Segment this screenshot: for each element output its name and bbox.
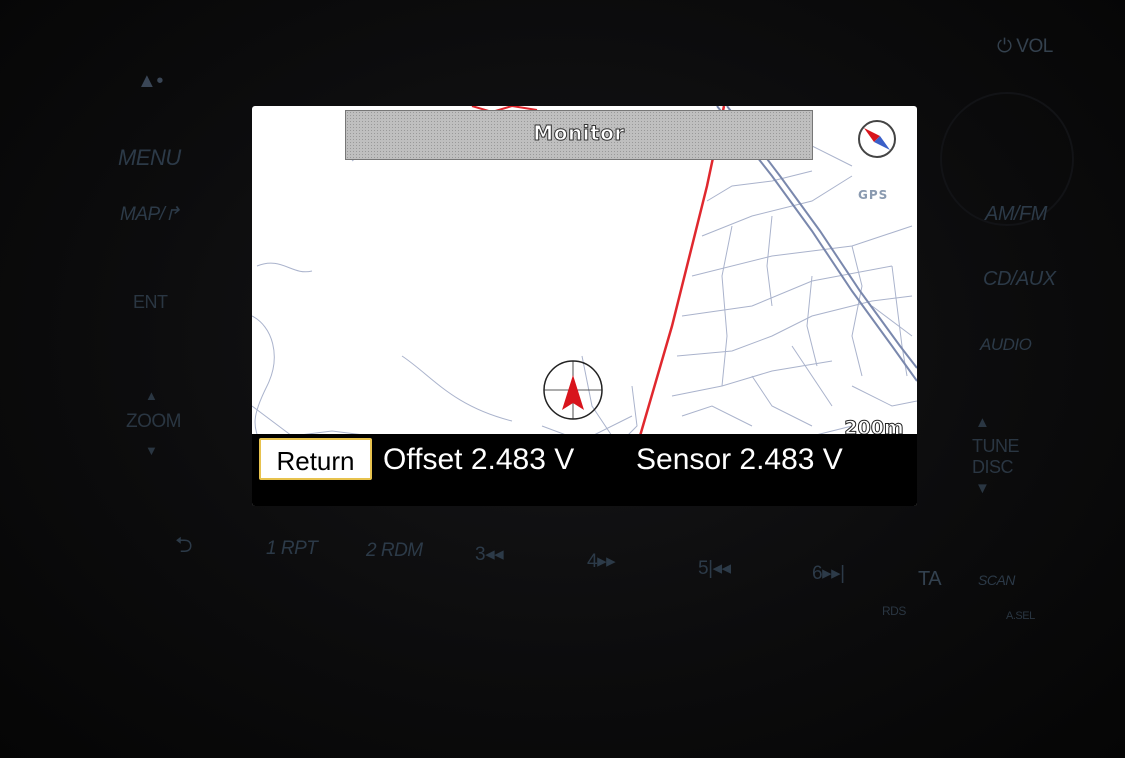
zoom-up-button[interactable]: ▲	[145, 388, 158, 403]
audio-button[interactable]: AUDIO	[980, 335, 1032, 355]
preset-6-button[interactable]: 6▸▸|	[812, 562, 845, 585]
eject-button[interactable]: ▲•	[137, 70, 163, 93]
rds-label: RDS	[882, 604, 906, 618]
tune-down-button[interactable]: ▼	[975, 480, 990, 497]
map-button[interactable]: MAP/↱	[120, 203, 180, 226]
sensor-readout: Sensor 2.483 V	[636, 443, 843, 476]
disc-label: DISC	[972, 457, 1014, 477]
back-button[interactable]: ⮌	[175, 528, 193, 566]
compass-icon[interactable]	[858, 120, 896, 158]
zoom-label: ZOOM	[126, 411, 182, 432]
navigation-screen: Monitor GPS 200m Return Offset 2.483 V S…	[252, 106, 917, 506]
tune-up-button[interactable]: ▲	[975, 414, 990, 431]
preset-2-button[interactable]: 2 RDM	[366, 540, 423, 562]
offset-readout: Offset 2.483 V	[383, 443, 575, 476]
title-bar: Monitor	[345, 110, 813, 160]
vehicle-position-icon	[543, 360, 603, 420]
status-bar: Return Offset 2.483 V Sensor 2.483 V	[252, 434, 917, 506]
menu-button[interactable]: MENU	[118, 145, 181, 171]
preset-4-button[interactable]: 4▸▸	[587, 550, 616, 573]
minor-roads	[252, 115, 917, 447]
preset-1-button[interactable]: 1 RPT	[266, 538, 318, 560]
scan-button[interactable]: SCAN	[978, 572, 1015, 588]
tune-label: TUNE	[972, 436, 1020, 456]
ent-button[interactable]: ENT	[133, 292, 168, 313]
preset-3-button[interactable]: 3◂◂	[475, 543, 504, 566]
am-fm-button[interactable]: AM/FM	[985, 203, 1047, 226]
zoom-down-button[interactable]: ▼	[145, 443, 158, 458]
head-unit-bezel: ▲• MENU MAP/↱ ENT ▲ ZOOM ▼ ⮌ 1 RPT 2 RDM…	[0, 0, 1125, 758]
page-title: Monitor	[533, 121, 625, 146]
preset-5-button[interactable]: 5|◂◂	[698, 557, 731, 580]
asel-label: A.SEL	[1006, 610, 1035, 622]
power-volume-knob[interactable]: ⏻ VOL	[997, 36, 1053, 58]
ta-button[interactable]: TA	[918, 568, 942, 591]
return-button[interactable]: Return	[259, 438, 372, 480]
gps-indicator: GPS	[858, 188, 889, 202]
cd-aux-button[interactable]: CD/AUX	[983, 268, 1056, 291]
